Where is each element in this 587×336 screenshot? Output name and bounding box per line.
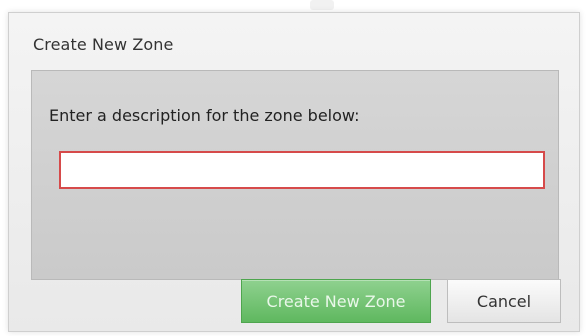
background-window-edge [310,0,334,10]
cancel-button[interactable]: Cancel [447,279,561,323]
create-zone-dialog: Create New Zone Enter a description for … [8,12,580,332]
zone-description-input[interactable] [59,151,545,189]
description-prompt-label: Enter a description for the zone below: [49,106,360,125]
create-new-zone-button[interactable]: Create New Zone [241,279,431,323]
dialog-content-panel: Enter a description for the zone below: [31,70,559,280]
dialog-title: Create New Zone [33,35,174,54]
